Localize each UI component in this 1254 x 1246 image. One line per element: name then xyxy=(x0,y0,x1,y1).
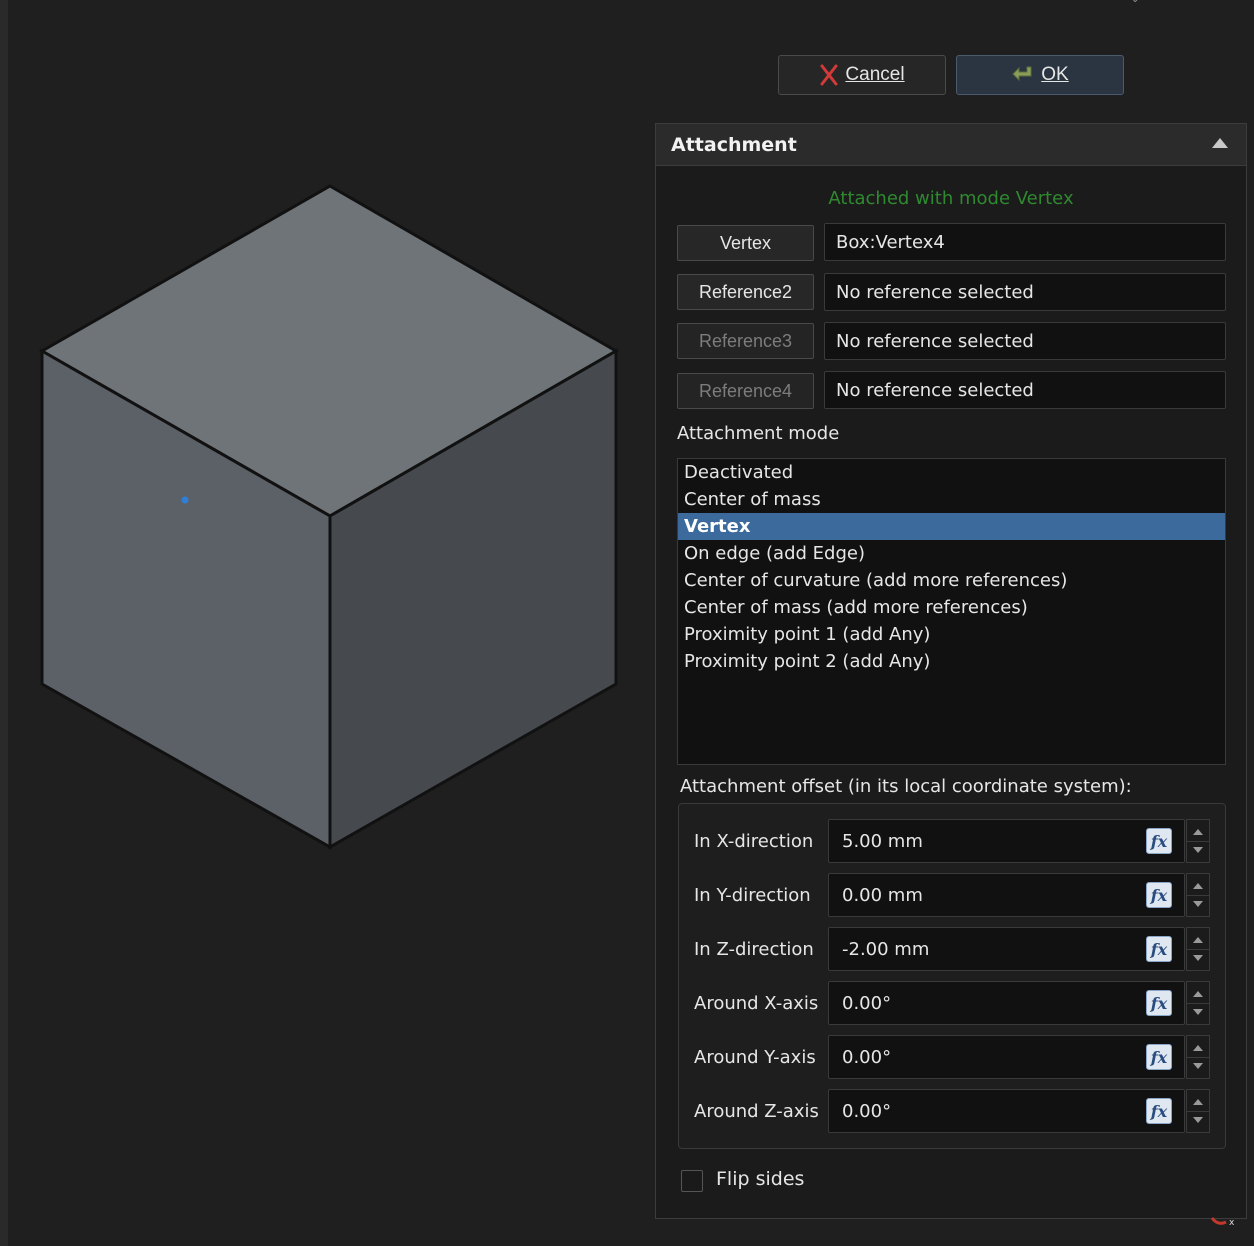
mode-item-center-of-curvature[interactable]: Center of curvature (add more references… xyxy=(678,567,1225,594)
ok-button[interactable]: OK xyxy=(956,55,1124,95)
spin-up-icon[interactable] xyxy=(1193,1099,1203,1105)
attachment-panel: Attachment Attached with mode Vertex Ver… xyxy=(655,123,1247,1219)
offset-x-value: 5.00 mm xyxy=(842,830,923,852)
offset-y-spinner[interactable] xyxy=(1186,873,1210,917)
rotation-y-spinner[interactable] xyxy=(1186,1035,1210,1079)
mode-item-deactivated[interactable]: Deactivated xyxy=(678,459,1225,486)
resize-grip-icon: x xyxy=(1210,1217,1235,1228)
spin-up-icon[interactable] xyxy=(1193,829,1203,835)
attachment-mode-list[interactable]: Deactivated Center of mass Vertex On edg… xyxy=(677,458,1226,765)
offset-z-label: In Z-direction xyxy=(694,938,814,960)
spin-down-icon[interactable] xyxy=(1193,955,1203,961)
spin-down-icon[interactable] xyxy=(1193,1117,1203,1123)
offset-y-value: 0.00 mm xyxy=(842,884,923,906)
reference4-button[interactable]: Reference4 xyxy=(677,373,814,409)
offset-z-value: -2.00 mm xyxy=(842,938,930,960)
rotation-x-label: Around X-axis xyxy=(694,992,819,1014)
fx-icon[interactable]: fx xyxy=(1146,882,1172,908)
rotation-x-spinner[interactable] xyxy=(1186,981,1210,1025)
selected-vertex-point xyxy=(181,496,189,504)
spin-down-icon[interactable] xyxy=(1193,901,1203,907)
fx-icon[interactable]: fx xyxy=(1146,828,1172,854)
ok-arrow-icon xyxy=(1012,66,1032,82)
spin-down-icon[interactable] xyxy=(1193,1009,1203,1015)
rotation-x-value: 0.00° xyxy=(842,992,892,1014)
reference4-field[interactable]: No reference selected xyxy=(824,371,1226,409)
ok-label: OK xyxy=(1041,64,1069,85)
flip-sides-label: Flip sides xyxy=(716,1168,805,1190)
mode-item-center-of-mass[interactable]: Center of mass xyxy=(678,486,1225,513)
rotation-z-spinner[interactable] xyxy=(1186,1089,1210,1133)
flip-sides-checkbox[interactable] xyxy=(681,1170,703,1192)
attachment-offset-group: In X-direction 5.00 mm fx In Y-direction… xyxy=(678,803,1226,1149)
cancel-label: Cancel xyxy=(845,64,905,85)
spin-up-icon[interactable] xyxy=(1193,883,1203,889)
mode-item-proximity-2[interactable]: Proximity point 2 (add Any) xyxy=(678,648,1225,675)
attachment-offset-label: Attachment offset (in its local coordina… xyxy=(680,776,1132,797)
cube-view[interactable] xyxy=(8,0,654,1246)
spin-up-icon[interactable] xyxy=(1193,1045,1203,1051)
attachment-panel-header[interactable]: Attachment xyxy=(656,124,1246,166)
3d-viewport[interactable] xyxy=(8,0,654,1246)
reference2-field[interactable]: No reference selected xyxy=(824,273,1226,311)
fx-icon[interactable]: fx xyxy=(1146,1098,1172,1124)
spin-up-icon[interactable] xyxy=(1193,991,1203,997)
offset-y-label: In Y-direction xyxy=(694,884,811,906)
reference2-button[interactable]: Reference2 xyxy=(677,274,814,310)
fx-icon[interactable]: fx xyxy=(1146,990,1172,1016)
mode-item-center-of-mass-more[interactable]: Center of mass (add more references) xyxy=(678,594,1225,621)
reference3-button[interactable]: Reference3 xyxy=(677,323,814,359)
rotation-z-value: 0.00° xyxy=(842,1100,892,1122)
spin-down-icon[interactable] xyxy=(1193,1063,1203,1069)
offset-y-input[interactable]: 0.00 mm fx xyxy=(828,873,1185,917)
reference1-button[interactable]: Vertex xyxy=(677,225,814,261)
close-x-icon xyxy=(820,64,838,86)
rotation-z-label: Around Z-axis xyxy=(694,1100,819,1122)
mode-item-on-edge[interactable]: On edge (add Edge) xyxy=(678,540,1225,567)
reference3-field[interactable]: No reference selected xyxy=(824,322,1226,360)
offset-z-input[interactable]: -2.00 mm fx xyxy=(828,927,1185,971)
svg-text:x: x xyxy=(1229,1218,1235,1228)
rotation-y-label: Around Y-axis xyxy=(694,1046,816,1068)
mode-item-vertex[interactable]: Vertex xyxy=(678,513,1225,540)
collapse-up-icon[interactable] xyxy=(1212,138,1228,148)
rotation-y-value: 0.00° xyxy=(842,1046,892,1068)
rotation-y-input[interactable]: 0.00° fx xyxy=(828,1035,1185,1079)
offset-z-spinner[interactable] xyxy=(1186,927,1210,971)
fx-icon[interactable]: fx xyxy=(1146,936,1172,962)
offset-x-label: In X-direction xyxy=(694,830,814,852)
reference1-field[interactable]: Box:Vertex4 xyxy=(824,223,1226,261)
rotation-z-input[interactable]: 0.00° fx xyxy=(828,1089,1185,1133)
spin-up-icon[interactable] xyxy=(1193,937,1203,943)
left-edge-strip xyxy=(0,0,8,1246)
attachment-mode-label: Attachment mode xyxy=(677,423,840,444)
mode-item-proximity-1[interactable]: Proximity point 1 (add Any) xyxy=(678,621,1225,648)
offset-x-input[interactable]: 5.00 mm fx xyxy=(828,819,1185,863)
attachment-status: Attached with mode Vertex xyxy=(828,188,1074,209)
cancel-button[interactable]: Cancel xyxy=(778,55,946,95)
fx-icon[interactable]: fx xyxy=(1146,1044,1172,1070)
spin-down-icon[interactable] xyxy=(1193,847,1203,853)
offset-x-spinner[interactable] xyxy=(1186,819,1210,863)
chevron-down-icon: ⌄ xyxy=(1131,0,1143,5)
attachment-title: Attachment xyxy=(671,133,797,156)
rotation-x-input[interactable]: 0.00° fx xyxy=(828,981,1185,1025)
